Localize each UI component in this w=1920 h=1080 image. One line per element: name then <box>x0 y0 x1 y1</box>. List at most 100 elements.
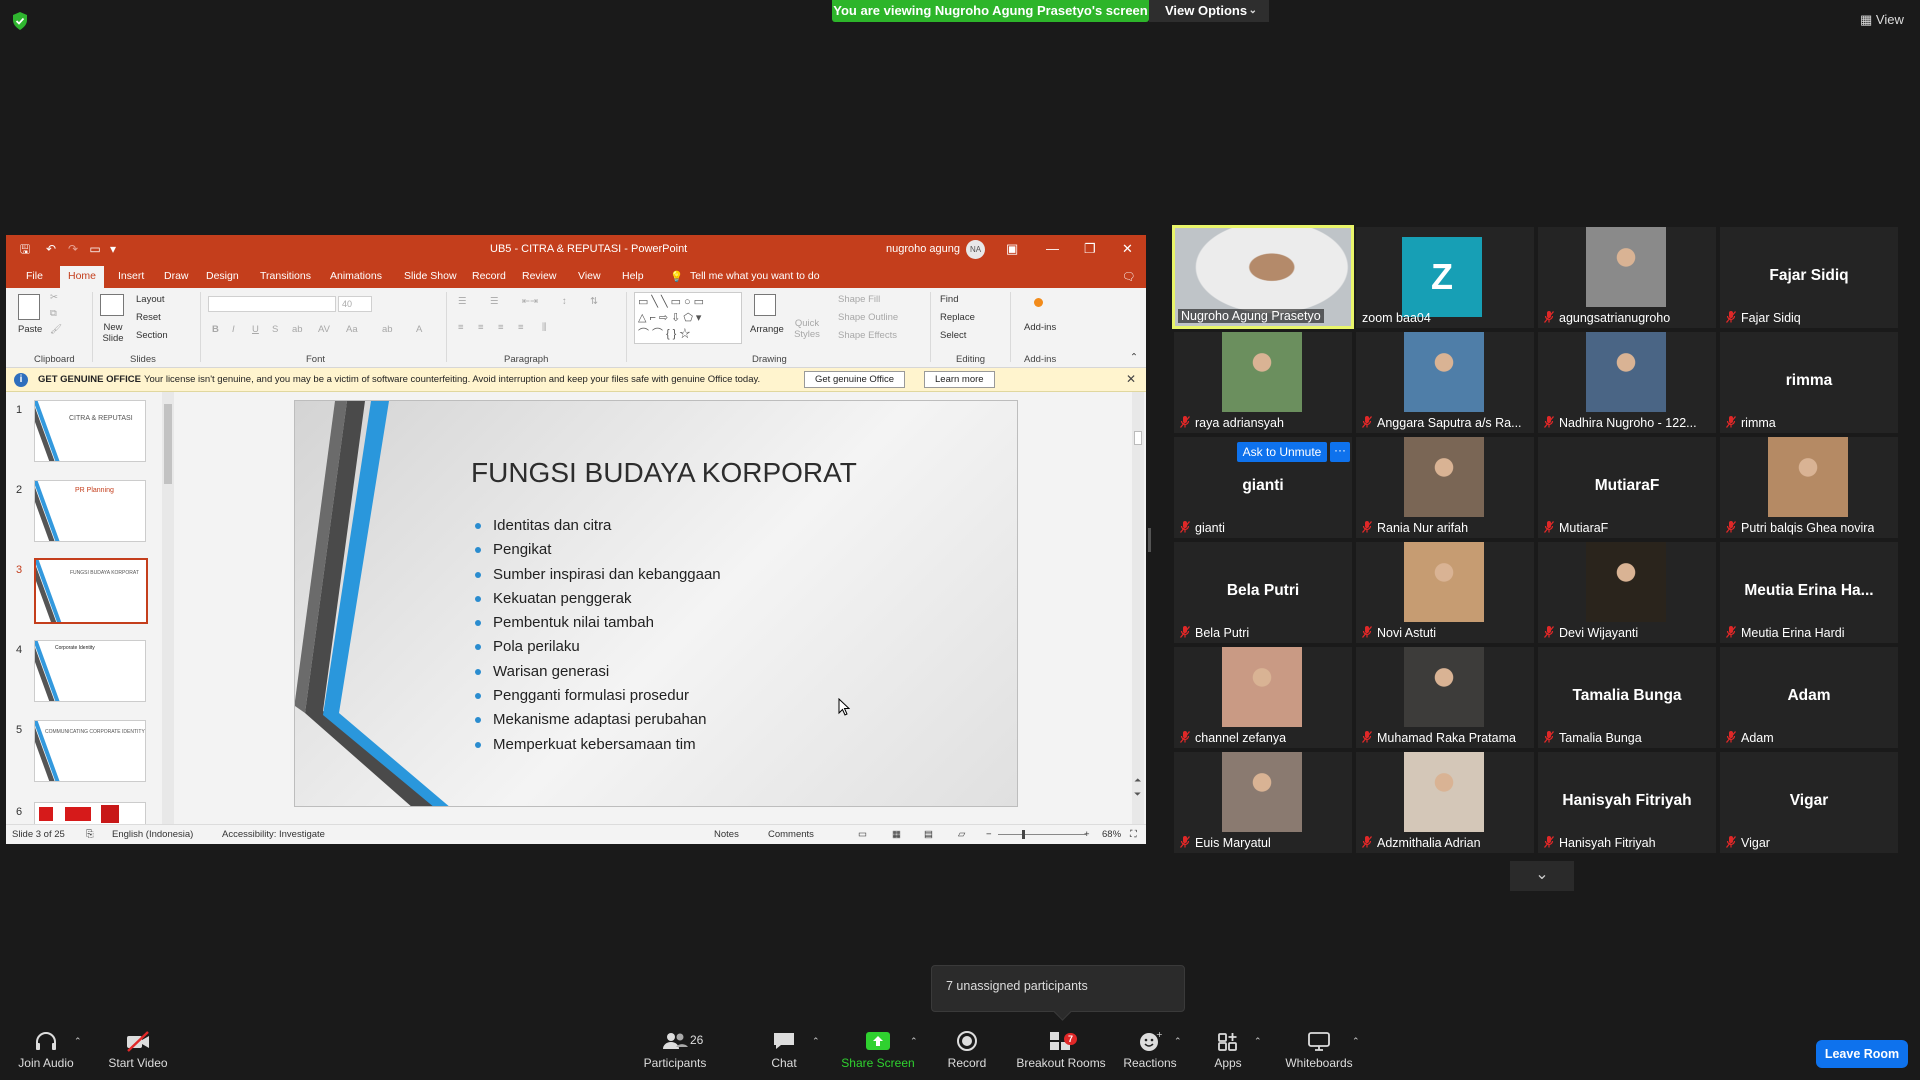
comments-button[interactable]: Comments <box>768 829 814 840</box>
ask-to-unmute-button[interactable]: Ask to Unmute <box>1237 442 1327 462</box>
accessibility-status[interactable]: Accessibility: Investigate <box>222 829 325 840</box>
reactions-button[interactable]: + Reactions <box>1122 1030 1178 1070</box>
participant-tile[interactable]: Tamalia Bunga Tamalia Bunga <box>1538 647 1716 748</box>
slide-sorter-icon[interactable]: ▦ <box>892 829 901 840</box>
apps-options-chevron-icon[interactable]: ⌃ <box>1254 1036 1262 1047</box>
slide-thumbnail-selected[interactable]: FUNGSI BUDAYA KORPORAT <box>34 558 148 624</box>
audio-options-chevron-icon[interactable]: ⌃ <box>74 1036 82 1047</box>
start-video-button[interactable]: Start Video <box>104 1030 172 1070</box>
columns-icon[interactable]: ⫼ <box>542 322 546 333</box>
find-button[interactable]: Find <box>940 294 958 305</box>
tab-record[interactable]: Record <box>468 268 510 284</box>
shapes-gallery[interactable]: ▭╲╲▭○▭ △⌐⇨⇩⬠▾ ⌒⌒{}☆ <box>634 292 742 344</box>
chat-options-chevron-icon[interactable]: ⌃ <box>812 1036 820 1047</box>
more-options-button[interactable]: ··· <box>1330 442 1350 462</box>
shape-fill-button[interactable]: Shape Fill <box>838 294 880 305</box>
participant-tile[interactable]: Putri balqis Ghea novira <box>1720 437 1898 538</box>
share-screen-button[interactable]: Share Screen <box>838 1030 918 1070</box>
align-center-icon[interactable]: ≡ <box>478 322 484 333</box>
participant-tile[interactable]: channel zefanya <box>1174 647 1352 748</box>
italic-icon[interactable]: I <box>232 324 235 335</box>
reactions-options-chevron-icon[interactable]: ⌃ <box>1174 1036 1182 1047</box>
participant-tile[interactable]: raya adriansyah <box>1174 332 1352 433</box>
participant-tile[interactable]: agungsatrianugroho <box>1538 227 1716 328</box>
thumbnails-scroll-thumb[interactable] <box>164 404 172 484</box>
slide-thumbnail[interactable]: Corporate Identity <box>34 640 146 702</box>
arrange-icon[interactable] <box>754 294 776 316</box>
breakout-rooms-button[interactable]: Breakout Rooms <box>1014 1030 1108 1070</box>
close-icon[interactable]: ✕ <box>1122 241 1133 257</box>
fit-slide-icon[interactable]: ⛶ <box>1130 829 1137 840</box>
copy-icon[interactable]: ⧉ <box>50 308 57 319</box>
collapse-ribbon-icon[interactable]: ⌃ <box>1130 352 1138 363</box>
close-license-icon[interactable]: ✕ <box>1126 372 1136 386</box>
zoom-slider-thumb[interactable] <box>1022 830 1025 839</box>
reset-button[interactable]: Reset <box>136 312 161 323</box>
addins-button[interactable]: Add-ins <box>1024 322 1056 333</box>
prev-slide-icon[interactable]: ⏶ <box>1134 775 1141 786</box>
present-icon[interactable]: ▭ <box>88 242 102 256</box>
customize-qat-icon[interactable]: ▾ <box>106 242 120 256</box>
shadow-icon[interactable]: S <box>272 324 278 335</box>
tab-review[interactable]: Review <box>518 268 560 284</box>
font-size-box[interactable]: 40 <box>338 296 372 312</box>
format-painter-icon[interactable]: 🖌 <box>50 324 62 335</box>
participant-tile[interactable]: Fajar Sidiq Fajar Sidiq <box>1720 227 1898 328</box>
participant-tile[interactable]: Adam Adam <box>1720 647 1898 748</box>
language-status[interactable]: English (Indonesia) <box>112 829 193 840</box>
next-slide-icon[interactable]: ⏷ <box>1134 789 1141 800</box>
tab-draw[interactable]: Draw <box>160 268 193 284</box>
indent-icon[interactable]: ⇤⇥ <box>522 296 538 307</box>
minimize-icon[interactable]: — <box>1046 241 1059 256</box>
chat-button[interactable]: Chat <box>764 1030 804 1070</box>
save-icon[interactable]: 🖫 <box>18 242 32 256</box>
font-color-icon[interactable]: A <box>416 324 422 335</box>
participant-tile[interactable]: Vigar Vigar <box>1720 752 1898 853</box>
slide-thumbnail[interactable]: COMMUNICATING CORPORATE IDENTITY <box>34 720 146 782</box>
bold-icon[interactable]: B <box>212 324 219 335</box>
record-button[interactable]: Record <box>942 1030 992 1070</box>
ppt-user-avatar[interactable]: NA <box>966 240 985 259</box>
tab-slide-show[interactable]: Slide Show <box>400 268 461 284</box>
participant-tile[interactable]: Meutia Erina Ha... Meutia Erina Hardi <box>1720 542 1898 643</box>
participant-tile[interactable]: Rania Nur arifah <box>1356 437 1534 538</box>
addins-icon[interactable] <box>1034 298 1043 307</box>
tell-me-search[interactable]: Tell me what you want to do <box>686 268 824 284</box>
redo-icon[interactable]: ↷ <box>66 242 80 256</box>
reading-view-icon[interactable]: ▤ <box>924 829 933 840</box>
learn-more-button[interactable]: Learn more <box>924 371 995 388</box>
participant-tile[interactable]: Euis Maryatul <box>1174 752 1352 853</box>
paste-icon[interactable] <box>18 294 40 320</box>
shape-outline-button[interactable]: Shape Outline <box>838 312 898 323</box>
whiteboards-button[interactable]: Whiteboards <box>1282 1030 1356 1070</box>
tab-home[interactable]: Home <box>60 266 105 288</box>
cut-icon[interactable]: ✂ <box>50 292 58 303</box>
section-button[interactable]: Section <box>136 330 168 341</box>
participant-tile[interactable]: Devi Wijayanti <box>1538 542 1716 643</box>
zoom-slider[interactable] <box>998 834 1086 835</box>
participant-tile[interactable]: Bela Putri Bela Putri <box>1174 542 1352 643</box>
replace-button[interactable]: Replace <box>940 312 975 323</box>
strikethrough-icon[interactable]: ab <box>292 324 303 335</box>
slide-canvas[interactable]: FUNGSI BUDAYA KORPORAT Identitas dan cit… <box>294 400 1018 807</box>
paste-button[interactable]: Paste <box>18 324 42 335</box>
comments-icon[interactable]: 🗨 <box>1118 268 1139 285</box>
shape-effects-button[interactable]: Shape Effects <box>838 330 897 341</box>
share-options-chevron-icon[interactable]: ⌃ <box>910 1036 918 1047</box>
justify-icon[interactable]: ≡ <box>518 322 524 333</box>
layout-button[interactable]: Layout <box>136 294 165 305</box>
char-spacing-icon[interactable]: AV <box>318 324 330 335</box>
highlight-icon[interactable]: ab <box>382 324 393 335</box>
view-button[interactable]: ▦ View <box>1860 12 1904 28</box>
participant-tile[interactable]: Zzoom baa04 <box>1356 227 1534 328</box>
participant-tile[interactable]: Anggara Saputra a/s Ra... <box>1356 332 1534 433</box>
tab-transitions[interactable]: Transitions <box>256 268 315 284</box>
line-spacing-icon[interactable]: ↕ <box>562 296 567 307</box>
participant-tile[interactable]: Hanisyah Fitriyah Hanisyah Fitriyah <box>1538 752 1716 853</box>
slideshow-view-icon[interactable]: ▱ <box>958 829 965 840</box>
get-genuine-office-button[interactable]: Get genuine Office <box>804 371 906 388</box>
tab-animations[interactable]: Animations <box>326 268 386 284</box>
notes-button[interactable]: Notes <box>714 829 739 840</box>
align-left-icon[interactable]: ≡ <box>458 322 464 333</box>
join-audio-button[interactable]: Join Audio <box>16 1030 76 1070</box>
